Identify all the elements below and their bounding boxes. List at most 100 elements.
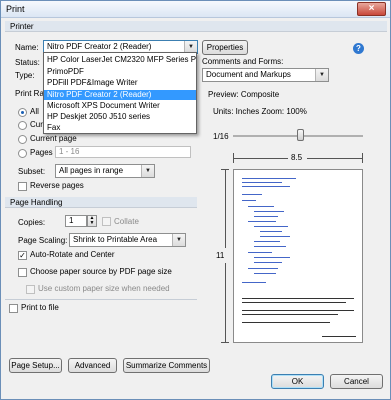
preview-line (248, 268, 278, 269)
pages-input[interactable]: 1 - 16 (55, 146, 191, 158)
printer-option[interactable]: HP Deskjet 2050 J510 series (44, 112, 196, 122)
page-preview (233, 169, 363, 343)
page-slider-thumb[interactable] (297, 129, 304, 141)
chevron-down-icon: ▼ (172, 234, 185, 246)
current-page-label: Current page (30, 134, 77, 143)
preview-line (242, 182, 282, 183)
subset-label: Subset: (18, 167, 46, 176)
print-to-file-checkbox[interactable] (9, 304, 18, 313)
checkmark-icon: ✓ (19, 251, 26, 260)
ok-button[interactable]: OK (271, 374, 324, 389)
page-scaling-select[interactable]: Shrink to Printable Area ▼ (69, 233, 186, 247)
window-title: Print (6, 4, 25, 14)
printer-option[interactable]: HP Color LaserJet CM2320 MFP Series PCL … (44, 55, 196, 65)
preview-line (254, 211, 284, 212)
copies-input[interactable]: 1 (65, 215, 87, 227)
page-handling-label: Page Handling (10, 198, 63, 207)
page-handling-header: Page Handling (5, 197, 197, 208)
chevron-down-icon: ▼ (315, 69, 328, 81)
radio-all[interactable] (18, 108, 27, 117)
subset-value: All pages in range (59, 166, 124, 175)
paper-source-checkbox[interactable] (18, 268, 27, 277)
comments-forms-select[interactable]: Document and Markups ▼ (202, 68, 329, 82)
close-button[interactable]: × (357, 2, 386, 16)
preview-line (248, 206, 274, 207)
custom-paper-label: Use custom paper size when needed (38, 284, 170, 293)
preview-line (242, 298, 354, 299)
spin-down-icon: ▼ (89, 220, 95, 226)
title-bar: Print × (1, 1, 390, 18)
width-label: 8.5 (291, 153, 303, 162)
auto-rotate-label: Auto-Rotate and Center (30, 250, 115, 259)
preview-line (242, 314, 338, 315)
printer-option[interactable]: PDFill PDF&Image Writer (44, 78, 196, 88)
radio-pages[interactable] (18, 149, 27, 158)
print-to-file-label: Print to file (21, 303, 59, 312)
custom-paper-checkbox[interactable] (26, 285, 35, 294)
page-scaling-label: Page Scaling: (18, 236, 68, 245)
preview-line (242, 194, 262, 195)
printer-option-selected[interactable]: Nitro PDF Creator 2 (Reader) (44, 90, 196, 100)
preview-line (242, 178, 296, 179)
preview-line (248, 252, 272, 253)
printer-section-label: Printer (10, 22, 34, 31)
printer-section-header: Printer (5, 21, 387, 32)
dim-line-left (234, 158, 288, 159)
preview-line (254, 216, 278, 217)
comments-forms-value: Document and Markups (206, 70, 291, 79)
printer-option[interactable]: Microsoft XPS Document Writer (44, 101, 196, 111)
dim-tick-bottom (221, 342, 229, 343)
collate-checkbox[interactable] (102, 217, 111, 226)
pages-label: Pages (30, 148, 53, 157)
dim-tick-right (362, 153, 363, 163)
page-scaling-value: Shrink to Printable Area (73, 235, 158, 244)
status-label: Status: (15, 58, 40, 67)
properties-button[interactable]: Properties (202, 40, 248, 55)
preview-line (254, 262, 282, 263)
preview-line (254, 257, 290, 258)
preview-line (242, 200, 256, 201)
advanced-button[interactable]: Advanced (68, 358, 117, 373)
auto-rotate-checkbox[interactable]: ✓ (18, 251, 27, 260)
divider (5, 299, 197, 300)
dim-line-right (307, 158, 362, 159)
printer-dropdown-list: HP Color LaserJet CM2320 MFP Series PCL … (43, 52, 197, 134)
help-icon[interactable]: ? (353, 43, 364, 54)
paper-source-label: Choose paper source by PDF page size (30, 267, 172, 276)
preview-label: Preview: Composite (208, 90, 280, 99)
cancel-button[interactable]: Cancel (330, 374, 383, 389)
preview-line (248, 221, 276, 222)
type-label: Type: (15, 71, 35, 80)
reverse-pages-label: Reverse pages (30, 181, 84, 190)
preview-line (242, 186, 290, 187)
preview-line (242, 302, 346, 303)
printer-name-label: Name: (15, 43, 39, 52)
printer-option[interactable]: PrimoPDF (44, 67, 196, 77)
page-fraction-label: 1/16 (213, 132, 229, 141)
preview-line (254, 226, 288, 227)
reverse-pages-checkbox[interactable] (18, 182, 27, 191)
chevron-down-icon: ▼ (141, 165, 154, 177)
page-setup-button[interactable]: Page Setup... (9, 358, 62, 373)
print-dialog: Print × Printer Name: Nitro PDF Creator … (0, 0, 391, 400)
printer-option[interactable]: Fax (44, 123, 196, 133)
preview-line (254, 246, 286, 247)
preview-line (242, 282, 266, 283)
all-label: All (30, 107, 39, 116)
dim-line-top (225, 170, 226, 248)
preview-line (322, 336, 356, 337)
dim-line-bottom (225, 263, 226, 342)
subset-select[interactable]: All pages in range ▼ (55, 164, 155, 178)
units-zoom-label: Units: Inches Zoom: 100% (213, 107, 307, 116)
summarize-comments-button[interactable]: Summarize Comments (123, 358, 210, 373)
height-label: 11 (216, 251, 225, 260)
preview-line (254, 273, 276, 274)
preview-line (260, 236, 290, 237)
comments-forms-label: Comments and Forms: (202, 57, 284, 66)
copies-label: Copies: (18, 218, 46, 227)
printer-name-value: Nitro PDF Creator 2 (Reader) (47, 42, 152, 51)
radio-current-view[interactable] (18, 121, 27, 130)
preview-line (242, 310, 354, 311)
radio-current-page[interactable] (18, 135, 27, 144)
copies-spinner[interactable]: ▲ ▼ (87, 215, 97, 227)
